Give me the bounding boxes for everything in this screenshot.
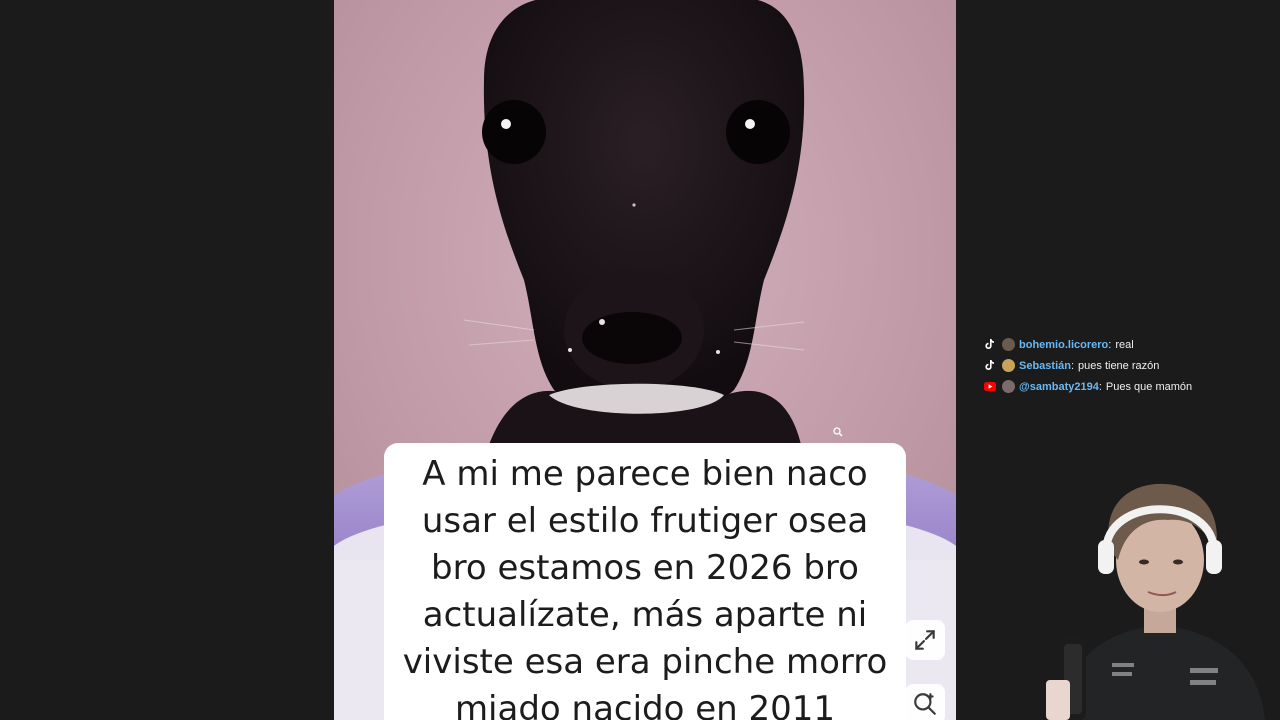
streamer-webcam [1040,470,1280,720]
tiktok-icon [984,339,996,351]
streamer-figure [1046,483,1265,720]
chat-separator: : [1098,380,1102,393]
chat-text: real [1115,338,1134,351]
video-panel: A mi me parece bien naco usar el estilo … [334,0,956,720]
magnifier-cursor-icon [833,427,843,437]
caption-line: A mi me parece bien naco [422,454,868,494]
visual-search-button[interactable] [905,684,945,720]
chat-text: Pues que mamón [1105,380,1193,393]
caption-line: usar el estilo frutiger osea [421,501,869,541]
expand-button[interactable] [905,620,945,660]
expand-arrows-icon [915,630,935,650]
youtube-icon [984,381,996,393]
caption-line: miado nacido en 2011 [454,689,836,720]
chat-username[interactable]: bohemio.licorero [1019,339,1108,351]
avatar [1002,380,1015,393]
chat-message: @sambaty2194: Pues que mamón [984,376,1274,397]
chat-username[interactable]: @sambaty2194 [1019,381,1099,393]
zoom-search-icon [914,693,936,715]
chat-username[interactable]: Sebastián [1019,360,1071,372]
caption-line: actualízate, más aparte ni [422,595,868,635]
caption-line: viviste esa era pinche morro [402,642,888,682]
chat-text: pues tiene razón [1078,359,1160,372]
chat-message: Sebastián: pues tiene razón [984,355,1274,376]
caption-box: A mi me parece bien naco usar el estilo … [384,443,906,720]
tiktok-icon [984,360,996,372]
avatar [1002,338,1015,351]
caption-line: bro estamos en 2026 bro [431,548,859,588]
avatar [1002,359,1015,372]
chat-separator: : [1108,338,1112,351]
chat-overlay: bohemio.licorero: real Sebastián: pues t… [984,334,1274,397]
chat-separator: : [1070,359,1075,372]
chat-message: bohemio.licorero: real [984,334,1274,355]
